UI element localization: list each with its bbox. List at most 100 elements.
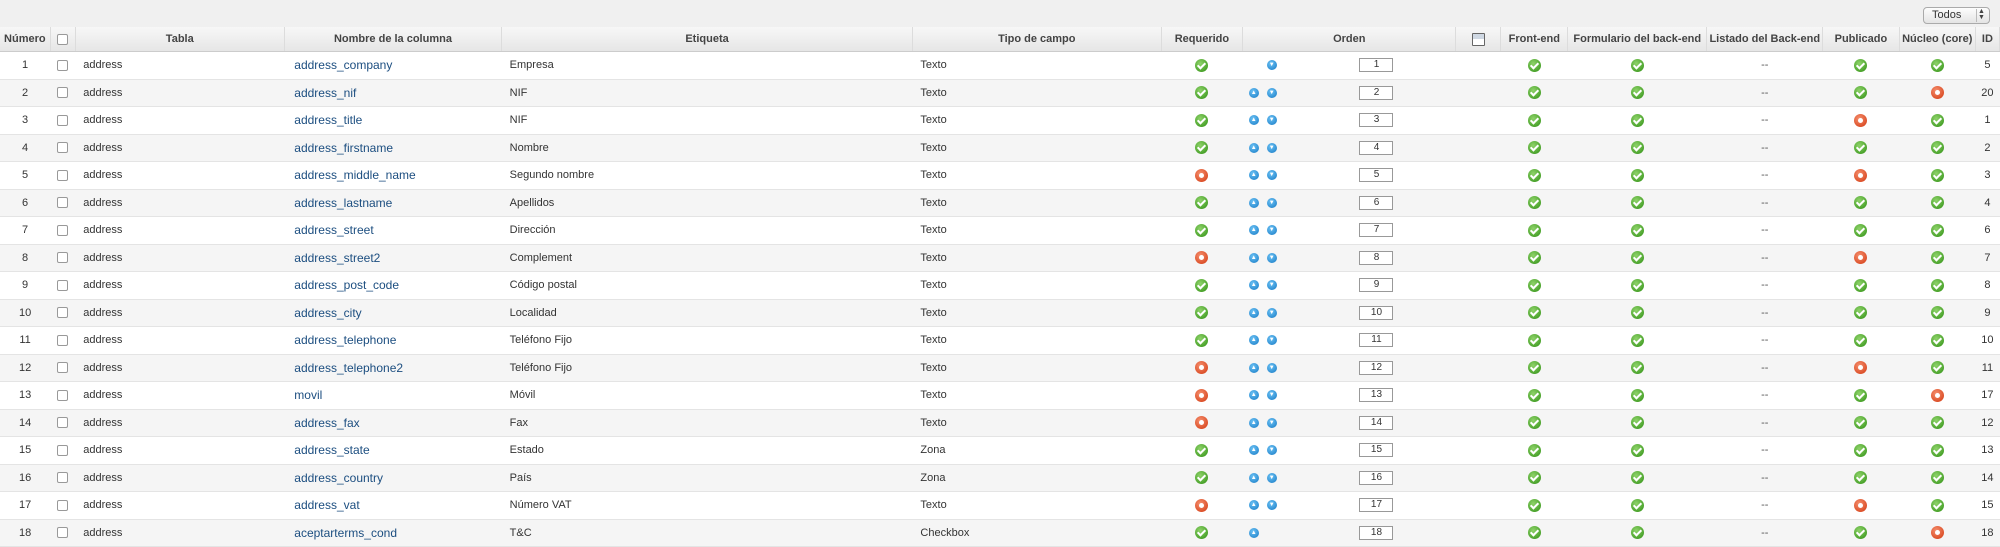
status-yes-icon[interactable] xyxy=(1527,333,1541,347)
arrow-down-circle-icon[interactable]: ▼ xyxy=(1266,87,1277,98)
status-yes-icon[interactable] xyxy=(1930,416,1944,430)
status-yes-icon[interactable] xyxy=(1527,443,1541,457)
column-name-link[interactable]: address_street xyxy=(294,223,373,237)
status-yes-icon[interactable] xyxy=(1527,113,1541,127)
row-checkbox[interactable] xyxy=(57,307,69,319)
column-name-cell[interactable]: address_vat xyxy=(284,491,502,520)
header-frontend[interactable]: Front-end xyxy=(1500,27,1569,52)
column-name-link[interactable]: address_telephone xyxy=(294,333,396,347)
column-name-link[interactable]: address_title xyxy=(294,113,362,127)
core-cell[interactable] xyxy=(1899,354,1976,382)
status-yes-icon[interactable] xyxy=(1195,58,1209,72)
backend-form-cell[interactable] xyxy=(1567,189,1707,217)
row-checkbox[interactable] xyxy=(57,224,69,236)
row-checkbox-cell[interactable] xyxy=(50,189,76,217)
arrow-up-circle-icon[interactable]: ▲ xyxy=(1248,445,1259,456)
column-name-cell[interactable]: address_street2 xyxy=(284,244,502,272)
backend-form-cell[interactable] xyxy=(1567,51,1707,80)
frontend-cell[interactable] xyxy=(1500,464,1568,492)
order-input-cell[interactable]: 7 xyxy=(1297,216,1456,245)
row-checkbox[interactable] xyxy=(57,142,69,154)
status-no-icon[interactable] xyxy=(1854,251,1868,265)
header-nombre[interactable]: Nombre de la columna xyxy=(284,27,503,52)
column-name-link[interactable]: address_company xyxy=(294,58,392,72)
order-input[interactable]: 17 xyxy=(1359,498,1394,513)
required-cell[interactable] xyxy=(1161,381,1243,410)
order-input-cell[interactable]: 4 xyxy=(1297,134,1456,162)
order-arrows-cell[interactable]: ▲ ▼ xyxy=(1242,409,1298,437)
order-input[interactable]: 18 xyxy=(1359,525,1394,540)
required-cell[interactable] xyxy=(1161,299,1243,327)
core-cell[interactable] xyxy=(1899,491,1976,520)
status-yes-icon[interactable] xyxy=(1630,86,1644,100)
status-yes-icon[interactable] xyxy=(1527,58,1541,72)
column-name-cell[interactable]: address_firstname xyxy=(284,134,502,162)
header-id[interactable]: ID xyxy=(1975,27,2000,52)
status-yes-icon[interactable] xyxy=(1630,526,1644,540)
order-arrows-cell[interactable]: ▲ ▼ xyxy=(1242,381,1298,410)
status-no-icon[interactable] xyxy=(1195,251,1209,265)
published-cell[interactable] xyxy=(1822,354,1900,382)
frontend-cell[interactable] xyxy=(1500,51,1568,80)
status-no-icon[interactable] xyxy=(1195,361,1209,375)
status-yes-icon[interactable] xyxy=(1930,168,1944,182)
published-cell[interactable] xyxy=(1822,464,1900,492)
core-cell[interactable] xyxy=(1899,409,1976,437)
status-yes-icon[interactable] xyxy=(1854,306,1868,320)
column-name-cell[interactable]: address_post_code xyxy=(284,271,502,300)
order-arrows-cell[interactable]: ▲ ▼ xyxy=(1242,79,1298,107)
backend-form-cell[interactable] xyxy=(1567,354,1707,382)
order-input-cell[interactable]: 17 xyxy=(1297,491,1456,520)
select-all-checkbox[interactable] xyxy=(57,33,69,45)
row-checkbox-cell[interactable] xyxy=(50,436,76,465)
status-yes-icon[interactable] xyxy=(1854,58,1868,72)
core-cell[interactable] xyxy=(1899,436,1976,465)
header-orden[interactable]: Orden xyxy=(1242,27,1457,52)
status-yes-icon[interactable] xyxy=(1854,141,1868,155)
status-yes-icon[interactable] xyxy=(1854,86,1868,100)
status-yes-icon[interactable] xyxy=(1527,416,1541,430)
status-yes-icon[interactable] xyxy=(1630,141,1644,155)
arrow-down-circle-icon[interactable]: ▼ xyxy=(1266,280,1277,291)
arrow-up-circle-icon[interactable]: ▲ xyxy=(1248,142,1259,153)
frontend-cell[interactable] xyxy=(1500,491,1568,520)
column-name-link[interactable]: address_firstname xyxy=(294,141,393,155)
order-input-cell[interactable]: 10 xyxy=(1297,299,1456,327)
order-input[interactable]: 3 xyxy=(1359,113,1394,128)
row-checkbox[interactable] xyxy=(57,389,69,401)
order-arrows-cell[interactable]: ▲ ▼ xyxy=(1242,354,1298,382)
save-order-icon[interactable] xyxy=(1471,32,1485,46)
status-yes-icon[interactable] xyxy=(1195,223,1209,237)
status-no-icon[interactable] xyxy=(1930,86,1944,100)
arrow-down-circle-icon[interactable]: ▼ xyxy=(1266,307,1277,318)
order-input[interactable]: 10 xyxy=(1359,305,1394,320)
status-yes-icon[interactable] xyxy=(1854,333,1868,347)
status-yes-icon[interactable] xyxy=(1195,306,1209,320)
status-yes-icon[interactable] xyxy=(1195,86,1209,100)
core-cell[interactable] xyxy=(1899,271,1976,300)
status-yes-icon[interactable] xyxy=(1630,278,1644,292)
header-listado[interactable]: Listado del Back-end xyxy=(1706,27,1824,52)
order-arrows-cell[interactable]: ▼ xyxy=(1242,51,1298,80)
status-yes-icon[interactable] xyxy=(1195,333,1209,347)
frontend-cell[interactable] xyxy=(1500,271,1568,300)
row-checkbox[interactable] xyxy=(57,114,69,126)
frontend-cell[interactable] xyxy=(1500,299,1568,327)
order-input-cell[interactable]: 8 xyxy=(1297,244,1456,272)
status-yes-icon[interactable] xyxy=(1630,388,1644,402)
row-checkbox[interactable] xyxy=(57,59,69,71)
status-yes-icon[interactable] xyxy=(1527,278,1541,292)
status-yes-icon[interactable] xyxy=(1630,306,1644,320)
backend-form-cell[interactable] xyxy=(1567,491,1707,520)
row-checkbox-cell[interactable] xyxy=(50,381,76,410)
published-cell[interactable] xyxy=(1822,244,1900,272)
frontend-cell[interactable] xyxy=(1500,436,1568,465)
arrow-up-circle-icon[interactable]: ▲ xyxy=(1248,527,1259,538)
column-name-cell[interactable]: address_fax xyxy=(284,409,502,437)
frontend-cell[interactable] xyxy=(1500,354,1568,382)
published-cell[interactable] xyxy=(1822,326,1900,355)
backend-form-cell[interactable] xyxy=(1567,464,1707,492)
status-yes-icon[interactable] xyxy=(1527,251,1541,265)
core-cell[interactable] xyxy=(1899,106,1976,135)
arrow-down-circle-icon[interactable]: ▼ xyxy=(1266,335,1277,346)
